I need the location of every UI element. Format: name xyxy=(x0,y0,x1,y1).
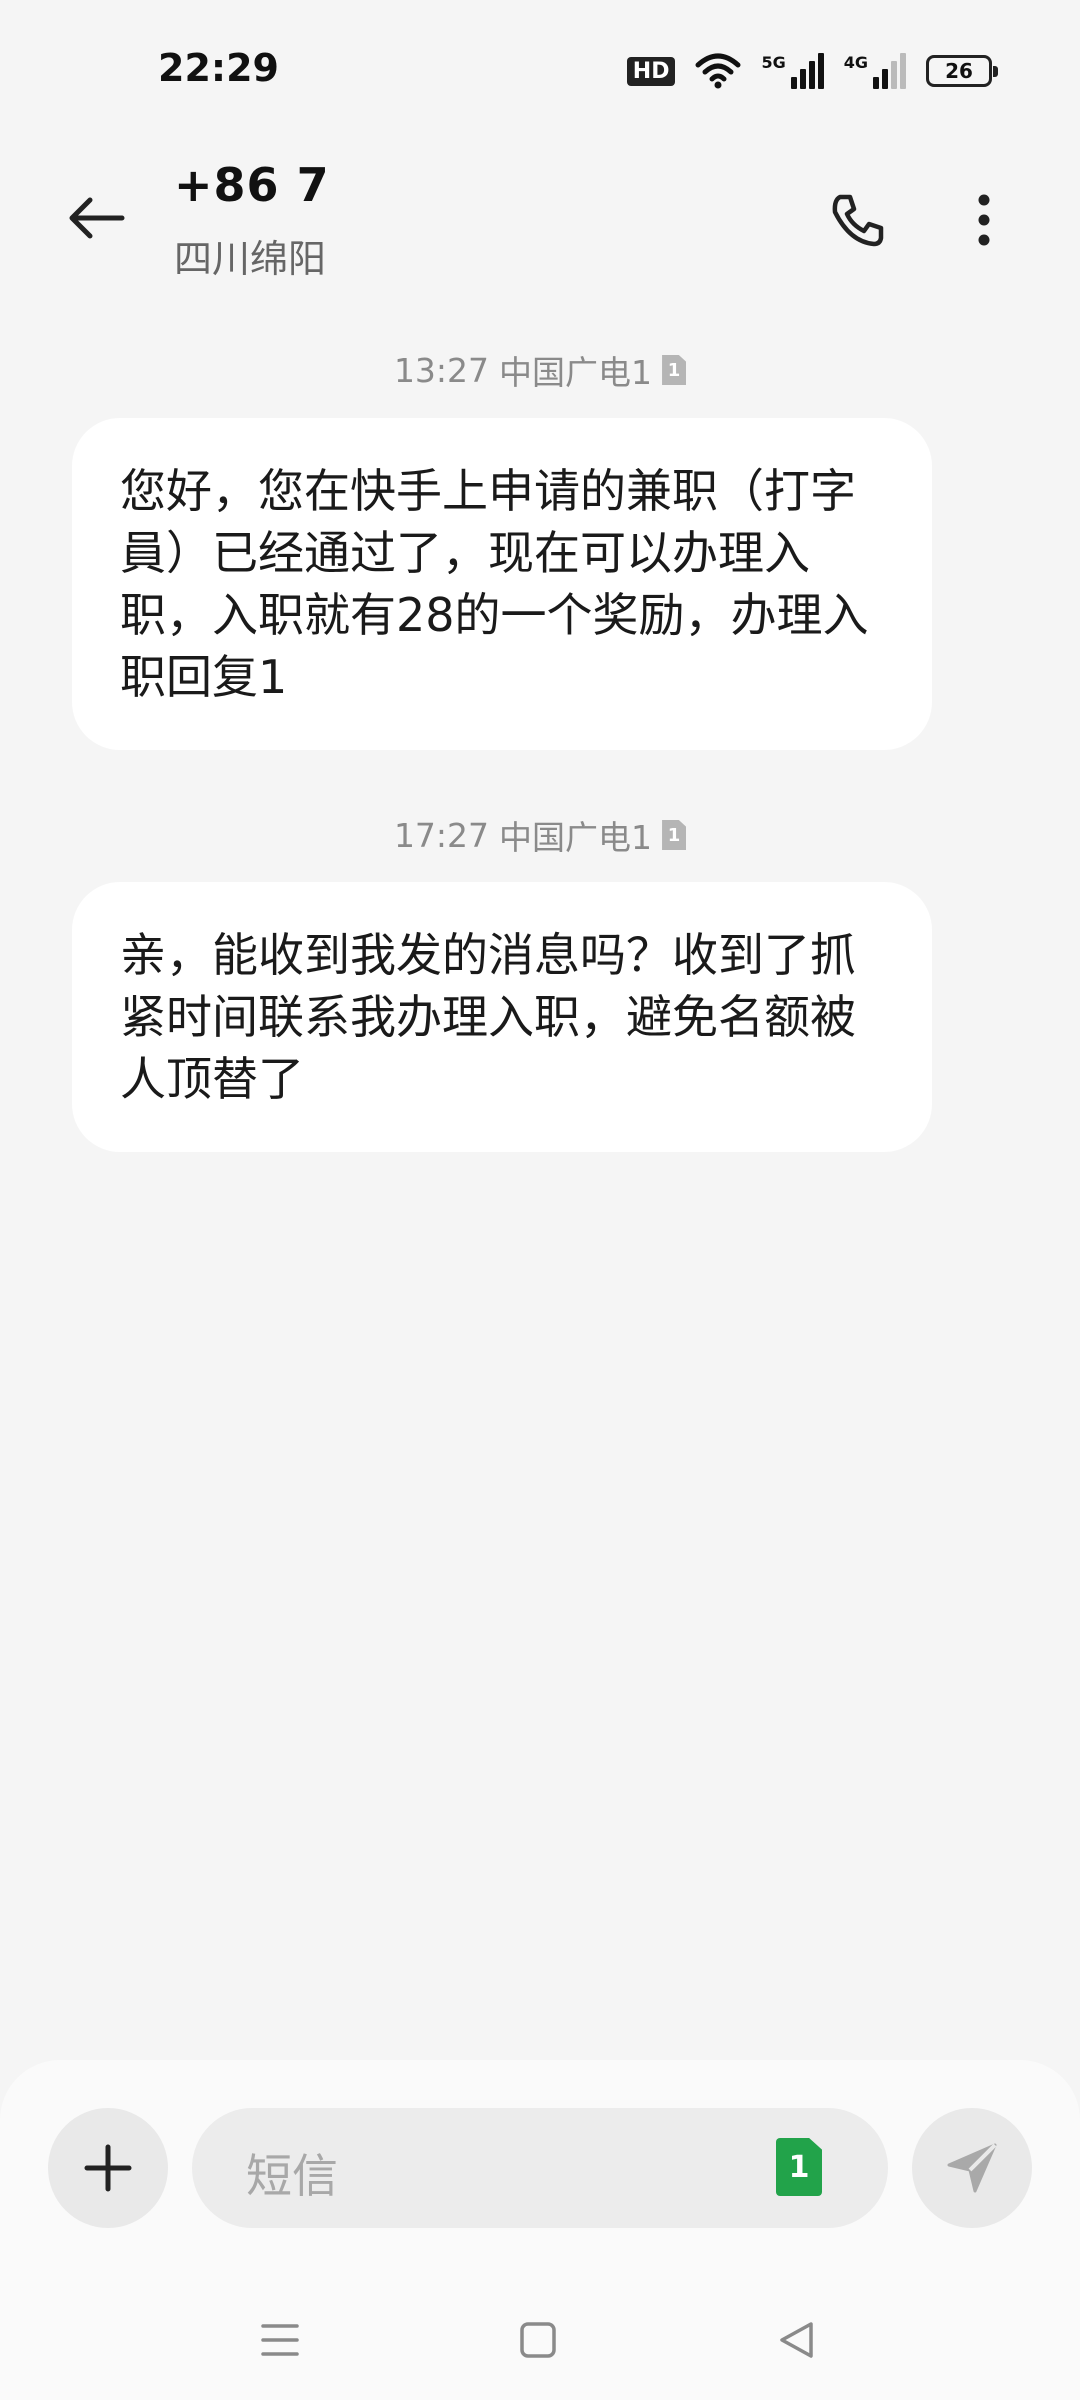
status-bar: 22:29 HD 5G 4G 26 xyxy=(0,0,1080,140)
network-5g-label: 5G xyxy=(761,53,786,72)
message-bubble[interactable]: 亲，能收到我发的消息吗？收到了抓紧时间联系我办理入职，避免名额被人顶替了 xyxy=(72,882,932,1152)
battery-icon: 26 xyxy=(926,55,998,87)
plus-icon xyxy=(84,2144,132,2192)
message-bubble[interactable]: 您好，您在快手上申请的兼职（打字員）已经通过了，现在可以办理入职，入职就有28的… xyxy=(72,418,932,750)
sim-card-icon[interactable]: 1 xyxy=(776,2138,822,2196)
recents-button[interactable] xyxy=(240,2300,320,2380)
battery-level: 26 xyxy=(945,59,973,83)
home-button[interactable] xyxy=(498,2300,578,2380)
sms-conversation-screen: 22:29 HD 5G 4G 26 +86 7 四川绵阳 13:27 中国广电1… xyxy=(0,0,1080,2400)
status-time: 22:29 xyxy=(158,46,279,90)
back-arrow-icon xyxy=(69,197,125,239)
signal-5g-icon: 5G xyxy=(761,53,824,89)
more-vert-icon xyxy=(978,194,990,246)
message-timestamp: 17:27 中国广电1 1 xyxy=(0,811,1080,859)
message-text: 您好，您在快手上申请的兼职（打字員）已经通过了，现在可以办理入职，入职就有28的… xyxy=(120,464,869,704)
more-options-button[interactable] xyxy=(944,180,1024,260)
send-button[interactable] xyxy=(912,2108,1032,2228)
signal-4g-icon: 4G xyxy=(844,53,906,89)
back-button[interactable] xyxy=(56,178,136,258)
phone-icon xyxy=(832,194,884,247)
message-carrier: 中国广电1 xyxy=(499,818,653,857)
menu-icon xyxy=(261,2324,299,2356)
home-icon xyxy=(520,2322,556,2358)
sim-card-icon: 1 xyxy=(662,820,687,850)
contact-name[interactable]: +86 7 xyxy=(174,158,330,212)
sms-placeholder: 短信 xyxy=(246,2149,338,2203)
system-back-button[interactable] xyxy=(756,2300,836,2380)
attach-button[interactable] xyxy=(48,2108,168,2228)
message-time: 13:27 xyxy=(393,350,490,390)
contact-location: 四川绵阳 xyxy=(174,237,327,281)
status-icons: HD 5G 4G 26 xyxy=(626,48,998,94)
message-carrier: 中国广电1 xyxy=(499,353,653,392)
sms-input[interactable]: 短信 1 xyxy=(192,2108,888,2228)
wifi-icon xyxy=(695,53,741,89)
send-icon xyxy=(947,2143,997,2193)
system-nav-bar xyxy=(0,2280,1080,2390)
hd-icon: HD xyxy=(626,56,676,86)
message-time: 17:27 xyxy=(393,815,490,855)
message-timestamp: 13:27 中国广电1 1 xyxy=(0,346,1080,394)
sim-card-icon: 1 xyxy=(662,355,687,385)
conversation-header: +86 7 四川绵阳 xyxy=(0,150,1080,290)
call-button[interactable] xyxy=(818,180,898,260)
back-triangle-icon xyxy=(780,2322,813,2358)
network-4g-label: 4G xyxy=(843,53,868,72)
message-text: 亲，能收到我发的消息吗？收到了抓紧时间联系我办理入职，避免名额被人顶替了 xyxy=(120,928,856,1106)
